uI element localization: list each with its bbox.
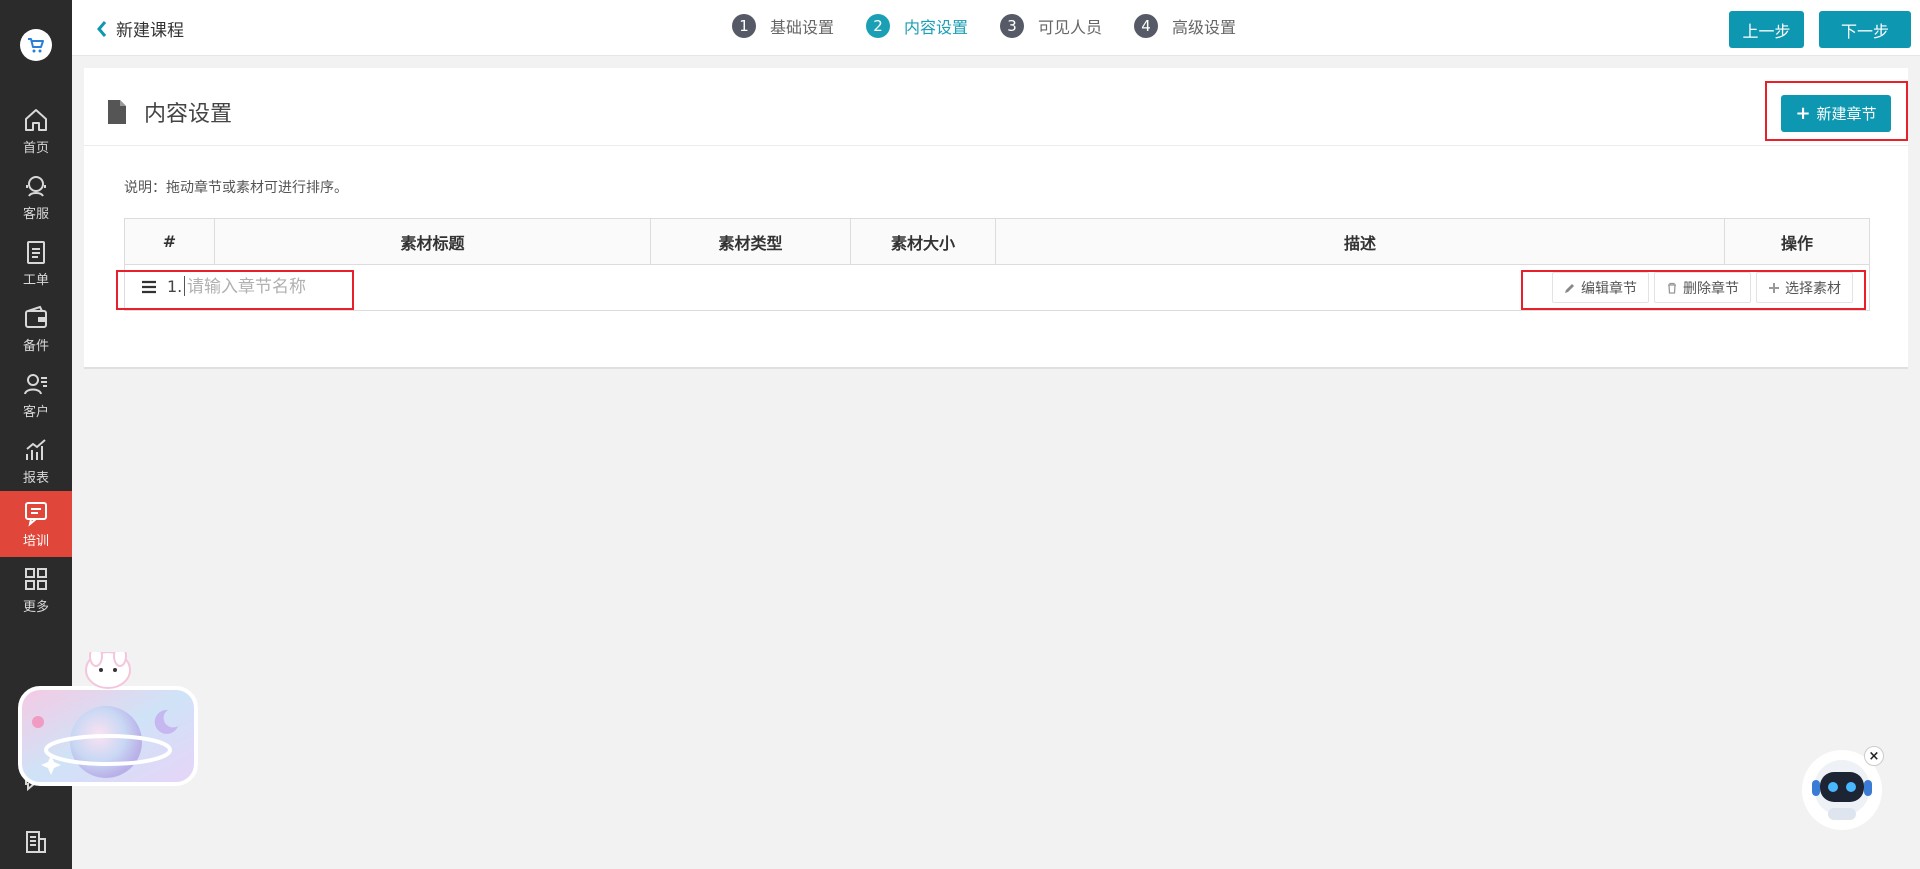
column-header-size: 素材大小: [851, 219, 996, 264]
sidebar-item-parts[interactable]: 备件: [0, 296, 72, 362]
step-basic[interactable]: 1 基础设置: [732, 14, 834, 38]
sidebar-item-label: 报表: [22, 471, 49, 486]
home-icon: [25, 109, 47, 131]
chapter-actions: 编辑章节 删除章节 选择素材: [1547, 272, 1853, 303]
select-material-label: 选择素材: [1785, 280, 1841, 297]
step-advanced[interactable]: 4 高级设置: [1134, 14, 1236, 38]
building-icon[interactable]: [22, 828, 50, 856]
table-header: # 素材标题 素材类型 素材大小 描述 操作: [125, 219, 1869, 265]
chat-board-icon: [25, 502, 47, 527]
step-number: 4: [1134, 14, 1159, 38]
panel-title-text: 内容设置: [144, 102, 233, 127]
top-bar: 新建课程 1 基础设置 2 内容设置 3 可见人员 4 高级设置 上一步 下一步: [72, 0, 1920, 56]
sort-note: 说明：拖动章节或素材可进行排序。: [124, 180, 348, 196]
sidebar-item-training[interactable]: 培训: [0, 491, 72, 557]
panel-header: 内容设置 + 新建章节: [84, 68, 1908, 146]
sidebar-item-workorder[interactable]: 工单: [0, 230, 72, 296]
step-number: 1: [732, 14, 756, 38]
sidebar-item-label: 备件: [22, 339, 49, 354]
new-chapter-button[interactable]: + 新建章节: [1781, 95, 1891, 132]
page-title: 新建课程: [116, 21, 184, 41]
sidebar-item-label: 更多: [22, 600, 49, 615]
step-number: 2: [866, 14, 891, 38]
step-label: 高级设置: [1172, 18, 1237, 37]
sidebar-item-label: 客服: [22, 207, 49, 222]
sidebar-item-home[interactable]: 首页: [0, 98, 72, 164]
plus-icon: +: [1795, 103, 1811, 124]
sidebar-item-more[interactable]: 更多: [0, 557, 72, 623]
step-label: 可见人员: [1038, 18, 1103, 37]
grid-icon: [25, 568, 47, 590]
document-icon: [108, 100, 126, 124]
column-header-index: #: [125, 219, 215, 264]
prev-step-button[interactable]: 上一步: [1729, 11, 1804, 48]
user-list-icon: [24, 374, 47, 395]
mascot-sticker[interactable]: [18, 652, 198, 792]
wallet-icon: [25, 305, 47, 328]
chapter-index: 1.: [167, 277, 183, 296]
next-step-button[interactable]: 下一步: [1819, 11, 1911, 48]
chapter-row: 1. 编辑章节 删除章节: [125, 265, 1869, 310]
delete-chapter-label: 删除章节: [1683, 280, 1739, 297]
material-table: # 素材标题 素材类型 素材大小 描述 操作 1. 编辑章节: [124, 218, 1870, 311]
step-indicator: 1 基础设置 2 内容设置 3 可见人员 4 高级设置: [732, 14, 1268, 38]
step-label: 基础设置: [770, 18, 835, 37]
sidebar-item-reports[interactable]: 报表: [0, 428, 72, 494]
column-header-title: 素材标题: [215, 219, 651, 264]
pencil-icon: [1565, 283, 1574, 293]
step-number: 3: [1000, 14, 1025, 38]
column-header-description: 描述: [996, 219, 1725, 264]
sidebar-item-label: 首页: [22, 141, 49, 156]
panel-title: 内容设置: [106, 96, 232, 128]
sidebar-item-service[interactable]: 客服: [0, 164, 72, 230]
sidebar-item-label: 工单: [22, 273, 49, 288]
chapter-name-input[interactable]: [185, 273, 345, 301]
app-logo[interactable]: [20, 29, 52, 61]
content-panel: 内容设置 + 新建章节 说明：拖动章节或素材可进行排序。 # 素材标题 素材类型…: [84, 68, 1908, 369]
sidebar-item-label: 培训: [22, 534, 49, 549]
drag-handle-icon[interactable]: [141, 280, 157, 294]
new-chapter-label: 新建章节: [1816, 105, 1877, 123]
close-icon[interactable]: ×: [1864, 746, 1884, 766]
trash-icon: [1668, 282, 1676, 294]
back-link[interactable]: 新建课程: [96, 16, 184, 41]
sidebar-item-label: 客户: [22, 405, 49, 420]
sidebar-item-customer[interactable]: 客户: [0, 362, 72, 428]
clipboard-icon: [27, 241, 45, 264]
delete-chapter-button[interactable]: 删除章节: [1654, 272, 1751, 303]
chart-icon: [26, 439, 46, 460]
step-visibility[interactable]: 3 可见人员: [1000, 14, 1102, 38]
edit-chapter-label: 编辑章节: [1581, 280, 1637, 297]
chevron-left-icon: [97, 20, 107, 37]
select-material-button[interactable]: 选择素材: [1756, 272, 1853, 303]
headset-icon: [26, 176, 46, 197]
cart-icon: [28, 38, 44, 53]
step-content[interactable]: 2 内容设置: [866, 14, 968, 38]
edit-chapter-button[interactable]: 编辑章节: [1552, 272, 1649, 303]
column-header-actions: 操作: [1780, 233, 1813, 253]
step-label: 内容设置: [904, 18, 969, 37]
plus-icon: [1769, 282, 1779, 293]
column-header-type: 素材类型: [651, 219, 851, 264]
